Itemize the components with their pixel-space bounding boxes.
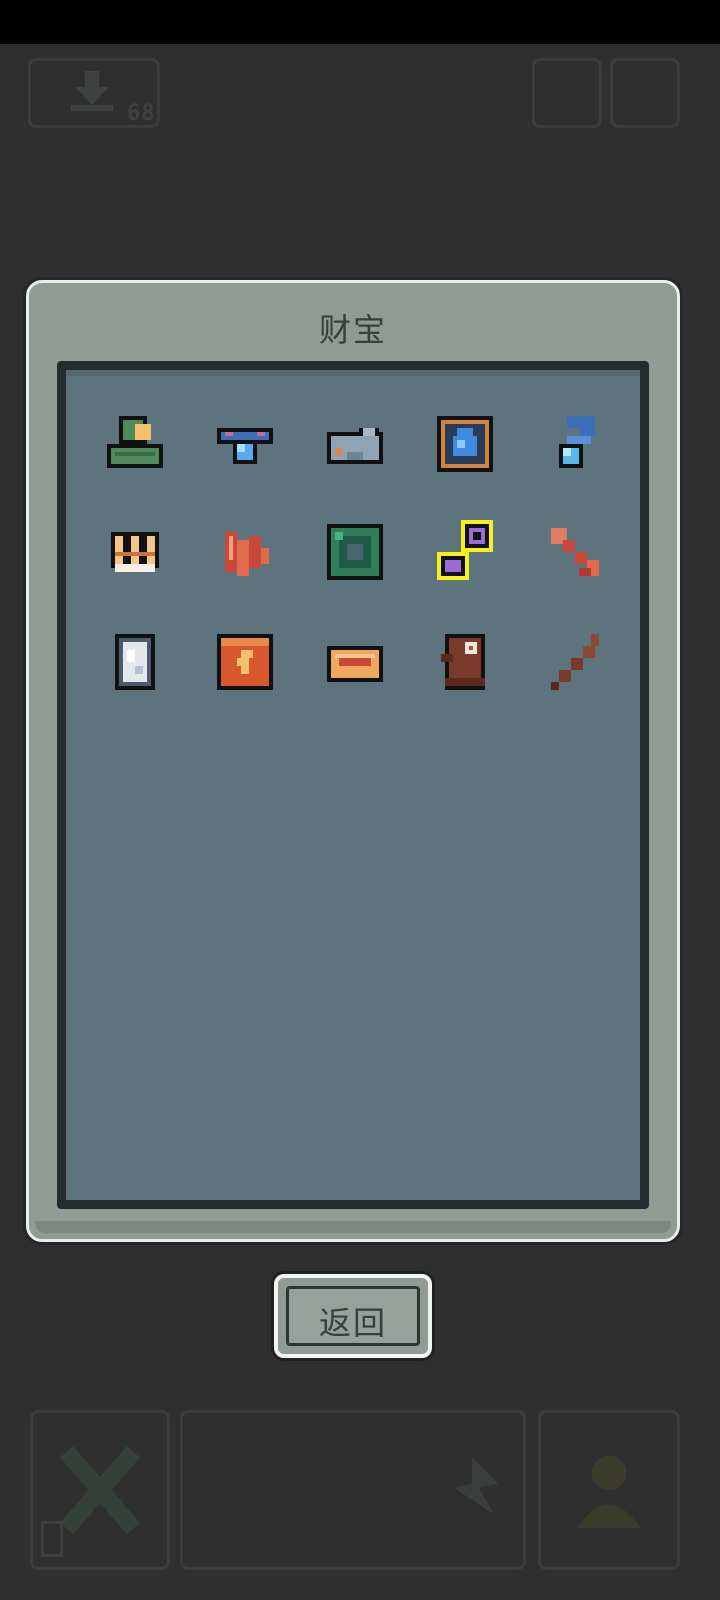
character-icon <box>577 1455 641 1529</box>
cancel-action-button[interactable] <box>30 1410 170 1570</box>
golden-crown-icon <box>111 532 159 572</box>
silver-mirror-icon <box>115 634 155 690</box>
treasure-slot-7[interactable] <box>213 520 277 584</box>
red-feather-icon <box>225 532 269 576</box>
treasure-slot-15[interactable] <box>543 630 607 694</box>
lightning-cloth-icon <box>217 634 273 690</box>
blue-amulet-icon <box>217 428 273 464</box>
back-button[interactable]: 返回 <box>274 1274 432 1358</box>
treasure-slot-12[interactable] <box>213 630 277 694</box>
treasure-slot-9-selected[interactable] <box>433 520 497 584</box>
download-button[interactable]: 68 <box>28 58 160 128</box>
treasure-dialog: 财宝 <box>26 280 680 1242</box>
treasure-slot-14[interactable] <box>433 630 497 694</box>
character-button[interactable] <box>538 1410 680 1570</box>
red-arrow-icon <box>551 528 599 576</box>
treasure-slot-3[interactable] <box>323 412 387 476</box>
purple-key-icon <box>437 520 493 580</box>
treasure-slot-1[interactable] <box>103 412 167 476</box>
status-bar <box>0 0 720 44</box>
treasure-slot-5[interactable] <box>543 412 607 476</box>
treasure-slot-6[interactable] <box>103 520 167 584</box>
treasure-slot-11[interactable] <box>103 630 167 694</box>
treasure-grid <box>57 361 649 1209</box>
count-indicator <box>41 1521 63 1557</box>
orange-lozenge-icon <box>327 646 383 682</box>
back-button-label: 返回 <box>318 1304 387 1342</box>
treasure-slot-13[interactable] <box>323 630 387 694</box>
download-arrow-icon <box>71 71 113 111</box>
green-gem-block-icon <box>327 524 383 580</box>
hud-button-2[interactable] <box>610 58 680 128</box>
treasure-slot-2[interactable] <box>213 412 277 476</box>
download-count: 68 <box>127 101 156 126</box>
treasure-slot-4[interactable] <box>433 412 497 476</box>
gray-cannon-icon <box>327 428 383 464</box>
treasure-slot-8[interactable] <box>323 520 387 584</box>
dialog-title: 财宝 <box>318 311 387 349</box>
hud-button-1[interactable] <box>532 58 602 128</box>
hud-center-panel <box>180 1410 526 1570</box>
brown-stick-icon <box>551 634 599 690</box>
lightning-icon <box>454 1457 499 1515</box>
water-tome-icon <box>437 416 493 472</box>
blue-spirit-icon <box>559 416 595 468</box>
brown-totem-icon <box>441 634 485 690</box>
treasure-slot-10[interactable] <box>543 520 607 584</box>
green-hood-icon <box>107 416 163 468</box>
